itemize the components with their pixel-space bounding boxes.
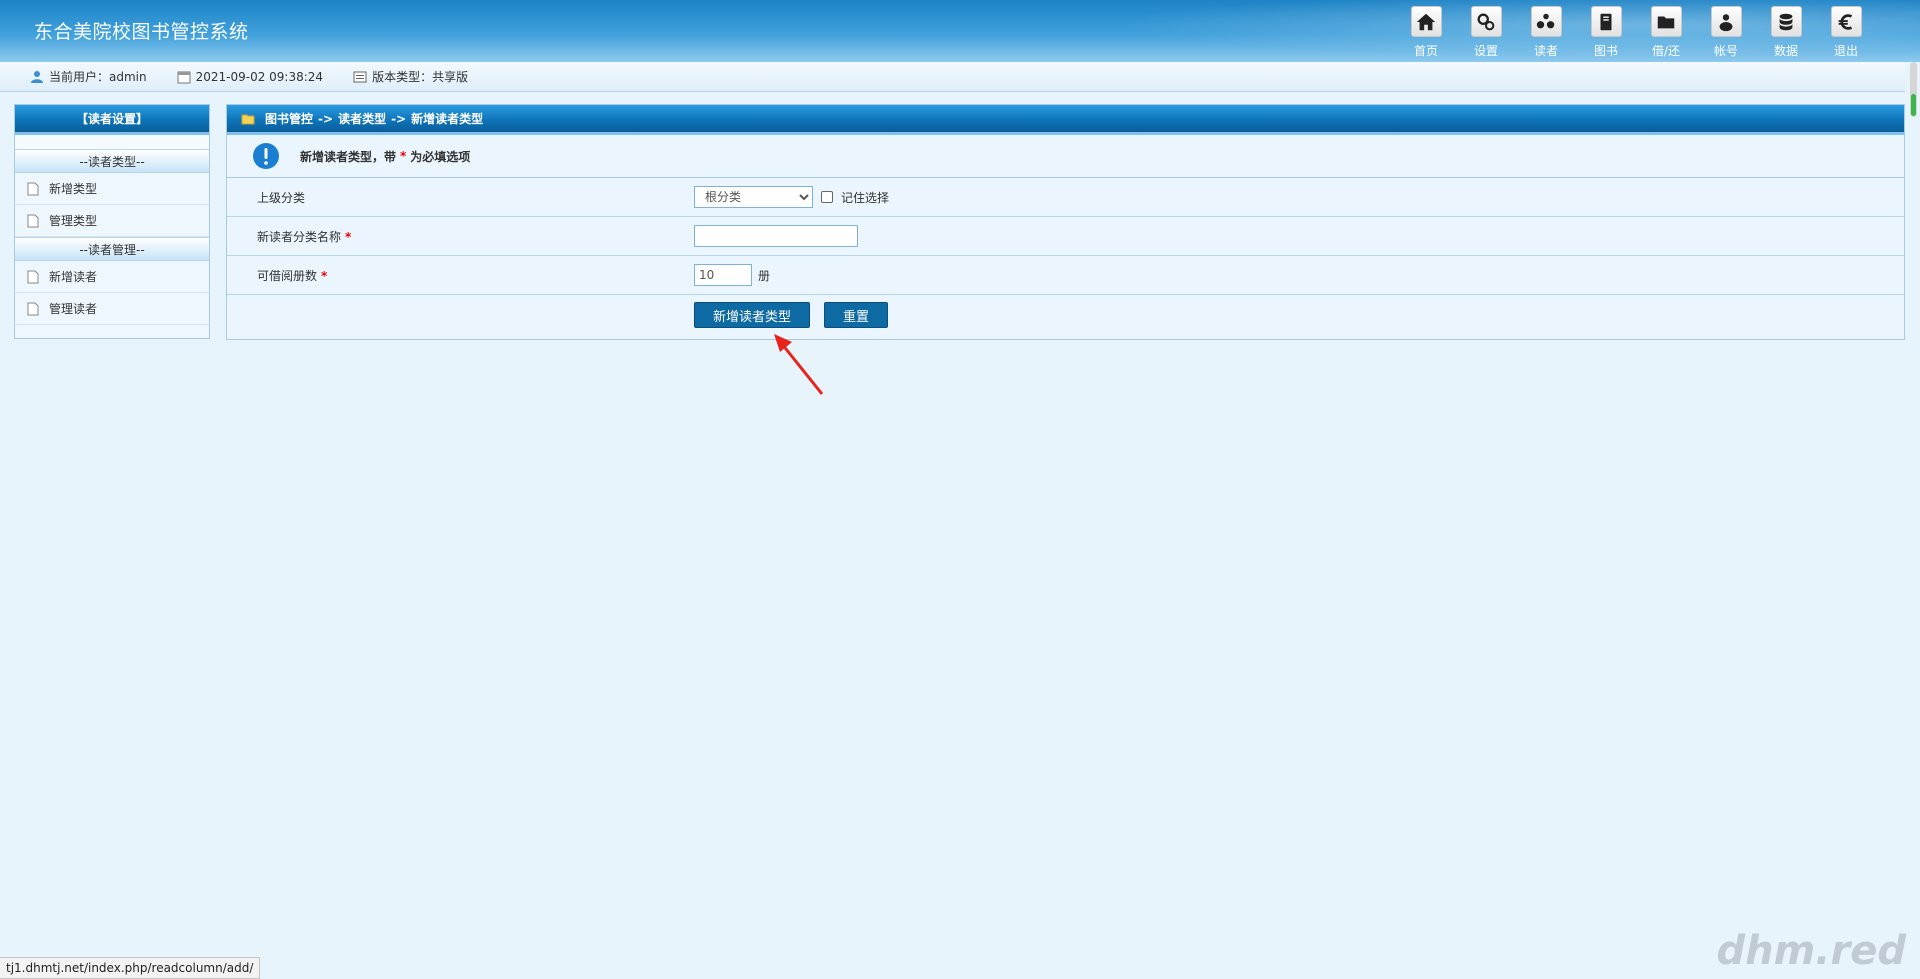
page-icon xyxy=(27,182,39,195)
form-notice: 新增读者类型，带 * 为必填选项 xyxy=(227,135,1904,178)
header: 东合美院校图书管控系统 首页 设置 读者 图书 借/还 帐号 数据 退出 xyxy=(0,0,1920,62)
nav-home[interactable]: 首页 xyxy=(1396,6,1456,59)
sidebar-item-add-type[interactable]: 新增类型 xyxy=(15,173,209,205)
sidebar: 【读者设置】 --读者类型-- 新增类型 管理类型 --读者管理-- 新增读者 … xyxy=(14,104,210,339)
reset-button[interactable]: 重置 xyxy=(824,302,889,328)
borrow-limit-input[interactable] xyxy=(694,264,752,286)
version-type: 版本类型：共享版 xyxy=(353,68,468,85)
form-row-borrow-limit: 可借阅册数* 册 xyxy=(227,256,1904,295)
current-user: 当前用户：admin xyxy=(30,68,147,85)
page-icon xyxy=(27,270,39,283)
page-icon xyxy=(27,214,39,227)
sidebar-item-manage-types[interactable]: 管理类型 xyxy=(15,205,209,237)
home-icon xyxy=(1410,6,1442,37)
current-datetime: 2021-09-02 09:38:24 xyxy=(177,70,323,84)
gears-icon xyxy=(1470,6,1502,37)
book-icon xyxy=(1590,6,1622,37)
category-name-label: 新读者分类名称 * xyxy=(257,229,352,244)
sidebar-item-manage-readers[interactable]: 管理读者 xyxy=(15,293,209,325)
parent-category-label: 上级分类 xyxy=(257,190,306,205)
top-nav: 首页 设置 读者 图书 借/还 帐号 数据 退出 xyxy=(1396,6,1876,59)
parent-category-select[interactable]: 根分类 xyxy=(694,186,813,208)
sidebar-title: 【读者设置】 xyxy=(15,105,209,135)
nav-books[interactable]: 图书 xyxy=(1576,6,1636,59)
info-bar: 当前用户：admin 2021-09-02 09:38:24 版本类型：共享版 xyxy=(0,62,1905,92)
sidebar-group-reader-types: --读者类型-- xyxy=(15,149,209,173)
sidebar-group-reader-management: --读者管理-- xyxy=(15,237,209,261)
document-icon xyxy=(353,71,367,82)
breadcrumb: 图书管控 -> 读者类型 -> 新增读者类型 xyxy=(227,105,1904,135)
info-icon xyxy=(253,143,279,169)
account-icon xyxy=(1710,6,1742,37)
folder-icon xyxy=(241,114,255,124)
euro-icon xyxy=(1830,6,1862,37)
remember-checkbox[interactable] xyxy=(821,191,833,203)
nav-readers[interactable]: 读者 xyxy=(1516,6,1576,59)
watermark: dhm.red xyxy=(1716,928,1906,974)
borrow-unit: 册 xyxy=(758,268,771,283)
nav-data[interactable]: 数据 xyxy=(1756,6,1816,59)
status-bar: tj1.dhmtj.net/index.php/readcolumn/add/ xyxy=(0,957,261,979)
form-row-parent-category: 上级分类 根分类 记住选择 xyxy=(227,178,1904,217)
calendar-icon xyxy=(177,71,191,83)
nav-account[interactable]: 帐号 xyxy=(1696,6,1756,59)
remember-choice[interactable]: 记住选择 xyxy=(821,189,889,206)
page-scrollbar[interactable] xyxy=(1907,52,1920,127)
folder-icon xyxy=(1650,6,1682,37)
database-icon xyxy=(1770,6,1802,37)
borrow-limit-label: 可借阅册数 * xyxy=(257,268,328,283)
nav-settings[interactable]: 设置 xyxy=(1456,6,1516,59)
users-icon xyxy=(1530,6,1562,37)
app-title: 东合美院校图书管控系统 xyxy=(34,21,249,43)
nav-borrow-return[interactable]: 借/还 xyxy=(1636,6,1696,59)
nav-logout[interactable]: 退出 xyxy=(1816,6,1876,59)
form-actions: 新增读者类型 重置 xyxy=(227,295,1904,335)
sidebar-item-add-reader[interactable]: 新增读者 xyxy=(15,261,209,293)
main-panel: 图书管控 -> 读者类型 -> 新增读者类型 新增读者类型，带 * 为必填选项 … xyxy=(226,104,1905,340)
page-icon xyxy=(27,302,39,315)
status-url: tj1.dhmtj.net/index.php/readcolumn/add/ xyxy=(6,961,254,975)
annotation-arrow-icon xyxy=(774,334,824,395)
form-row-category-name: 新读者分类名称 * xyxy=(227,217,1904,256)
user-icon xyxy=(31,70,43,83)
add-reader-type-button[interactable]: 新增读者类型 xyxy=(694,302,811,328)
category-name-input[interactable] xyxy=(694,225,858,247)
scrollbar-indicator xyxy=(1911,94,1916,116)
